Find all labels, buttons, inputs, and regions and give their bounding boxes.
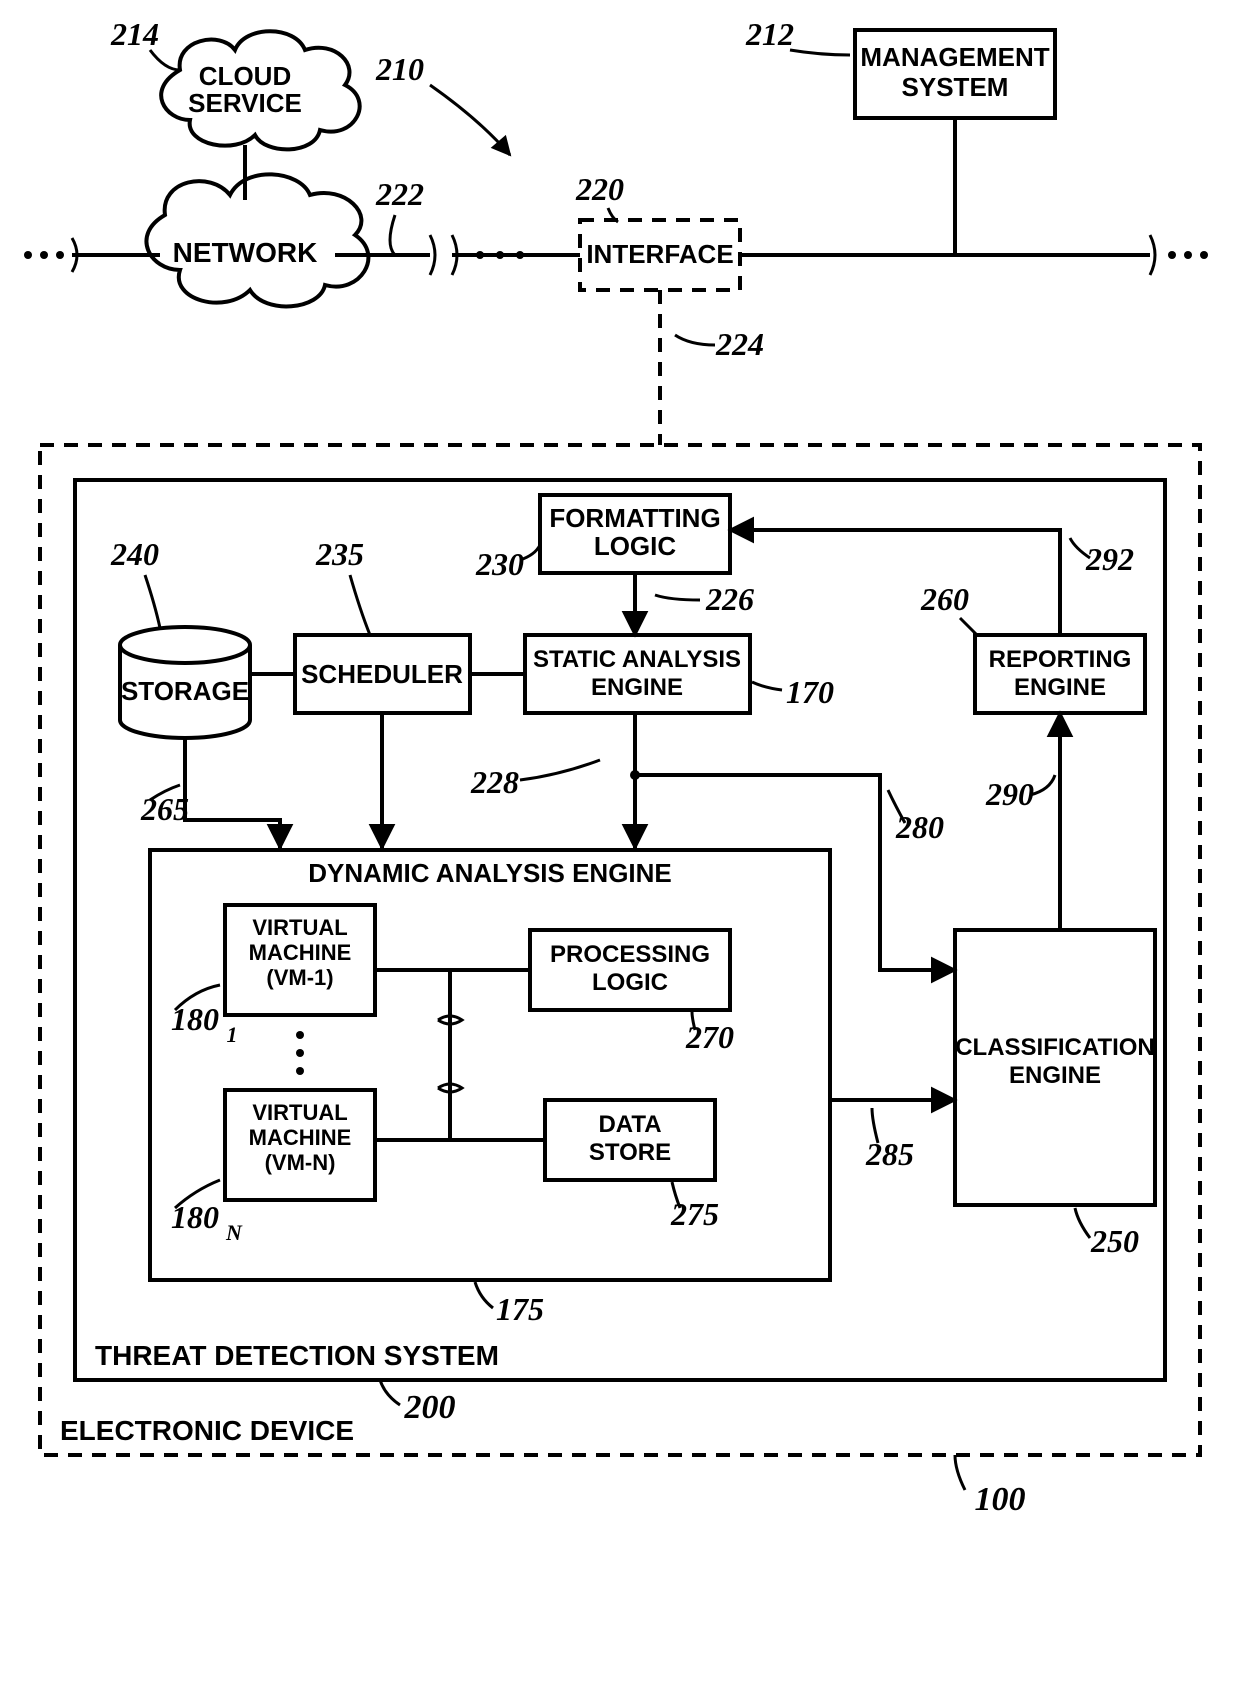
ref-235: 235 [315, 536, 364, 572]
class-label-1: CLASSIFICATION [955, 1034, 1155, 1061]
ref-175: 175 [496, 1291, 544, 1327]
ref-230: 230 [475, 546, 524, 582]
ref-212: 212 [745, 16, 794, 52]
vm1-label-2: MACHINE [249, 940, 352, 965]
electronic-device-label: ELECTRONIC DEVICE [60, 1415, 354, 1446]
ref-250: 250 [1090, 1223, 1139, 1259]
data-store-label-1: DATA [598, 1111, 661, 1138]
sae-label-2: ENGINE [591, 674, 683, 701]
reporting-label-2: ENGINE [1014, 674, 1106, 701]
ref-222: 222 [375, 176, 424, 212]
formatting-logic-label-2: LOGIC [594, 531, 677, 561]
ref-224: 224 [715, 326, 764, 362]
ref-100: 100 [975, 1481, 1026, 1518]
ref-290: 290 [985, 776, 1034, 812]
tds-label: THREAT DETECTION SYSTEM [95, 1340, 499, 1371]
ref-200: 200 [404, 1389, 456, 1426]
management-system-label-2: SYSTEM [902, 72, 1009, 102]
cloud-service-label-1: CLOUD [199, 61, 291, 91]
ref-265: 265 [140, 791, 189, 827]
ref-292: 292 [1085, 541, 1134, 577]
reporting-label-1: REPORTING [989, 646, 1132, 673]
management-system-label-1: MANAGEMENT [860, 42, 1049, 72]
ref-226: 226 [705, 581, 754, 617]
ref-210: 210 [375, 51, 424, 87]
scheduler-label: SCHEDULER [301, 659, 463, 689]
ref-220: 220 [575, 171, 624, 207]
ref-170: 170 [786, 674, 834, 710]
class-label-2: ENGINE [1009, 1062, 1101, 1089]
interface-label: INTERFACE [586, 239, 733, 269]
proc-logic-label-2: LOGIC [592, 969, 668, 996]
sae-label-1: STATIC ANALYSIS [533, 646, 741, 673]
ref-228: 228 [470, 764, 519, 800]
data-store-label-2: STORE [589, 1139, 671, 1166]
cloud-service-node: CLOUD SERVICE [161, 31, 359, 149]
vmn-label-3: (VM-N) [265, 1150, 336, 1175]
ref-180-n-sub: N [225, 1220, 243, 1245]
vm1-label-1: VIRTUAL [252, 915, 347, 940]
network-label: NETWORK [173, 237, 318, 268]
ref-180-1-sub: 1 [227, 1022, 238, 1047]
ref-240: 240 [110, 536, 159, 572]
diagram-canvas: CLOUD SERVICE NETWORK MANAGEMENT SYSTEM … [0, 0, 1240, 1705]
dae-label: DYNAMIC ANALYSIS ENGINE [308, 858, 672, 888]
vm1-label-3: (VM-1) [266, 965, 333, 990]
ref-285: 285 [865, 1136, 914, 1172]
ref-260: 260 [920, 581, 969, 617]
proc-logic-label-1: PROCESSING [550, 941, 710, 968]
storage-label: STORAGE [121, 676, 249, 706]
ref-280: 280 [895, 809, 944, 845]
vmn-label-2: MACHINE [249, 1125, 352, 1150]
vmn-label-1: VIRTUAL [252, 1100, 347, 1125]
network-node: NETWORK [146, 174, 368, 306]
ref-214: 214 [110, 16, 159, 52]
cloud-service-label-2: SERVICE [188, 88, 302, 118]
formatting-logic-label-1: FORMATTING [549, 503, 720, 533]
